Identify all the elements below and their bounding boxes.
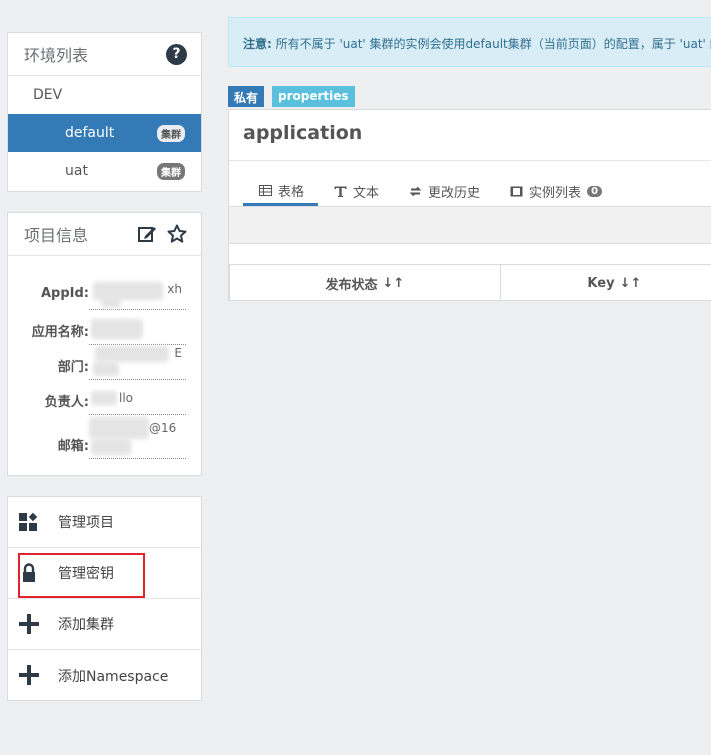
info-value-text: E <box>174 346 182 360</box>
text-icon <box>334 186 347 197</box>
redacted-mask <box>89 417 149 439</box>
redacted-mask <box>95 346 169 362</box>
info-row-appid: AppId: xh <box>8 280 203 310</box>
info-value-text: xh <box>167 282 182 296</box>
info-label: AppId: <box>40 286 89 301</box>
manage-secret-key-button[interactable]: 管理密钥 <box>8 548 201 599</box>
help-icon[interactable]: ? <box>166 43 187 65</box>
tab-label: 更改历史 <box>428 186 481 201</box>
info-value: E <box>89 346 186 380</box>
env-item-default[interactable]: default 集群 <box>8 114 201 152</box>
lock-icon <box>23 563 35 582</box>
private-tag: 私有 <box>228 86 265 107</box>
sort-icon: ↓↑ <box>382 275 405 291</box>
action-label: 添加集群 <box>58 617 114 633</box>
redacted-mask <box>91 391 117 405</box>
add-namespace-button[interactable]: 添加Namespace <box>8 650 201 701</box>
instance-count-badge: 0 <box>587 186 603 197</box>
info-row-owner: 负责人: llo <box>8 385 203 415</box>
redacted-mask <box>91 319 143 339</box>
tab-label: 实例列表 <box>529 186 582 201</box>
apps-icon <box>19 512 38 531</box>
info-value-text: llo <box>119 391 134 405</box>
edit-icon[interactable] <box>137 224 157 244</box>
info-label: 邮箱: <box>57 439 89 454</box>
table-icon <box>259 184 272 196</box>
env-item-label: uat <box>65 163 88 179</box>
tab-label: 文本 <box>353 186 380 201</box>
tab-label: 表格 <box>278 184 305 200</box>
notice-text: 所有不属于 'uat' 集群的实例会使用default集群（当前页面）的配置，属… <box>271 37 711 51</box>
divider <box>229 160 711 161</box>
info-value-text: @16 <box>149 421 177 435</box>
manage-project-button[interactable]: 管理项目 <box>8 497 201 548</box>
info-row-appname: 应用名称: <box>8 315 203 345</box>
project-info-title: 项目信息 <box>24 226 89 245</box>
sort-icon: ↓↑ <box>619 275 642 291</box>
info-row-dept: 部门: E <box>8 346 203 380</box>
redacted-mask <box>101 298 121 308</box>
action-list-panel: 管理项目 管理密钥 添加集群 添加Namespace <box>7 496 202 701</box>
info-value: llo <box>89 385 186 415</box>
column-label: Key <box>587 275 615 291</box>
project-info-panel: 项目信息 AppId: xh 应用名称: 部门: E 负责人: llo 邮箱: … <box>7 212 202 476</box>
info-label: 部门: <box>57 360 89 375</box>
action-label: 管理密钥 <box>58 566 114 582</box>
cluster-notice: 注意: 所有不属于 'uat' 集群的实例会使用default集群（当前页面）的… <box>228 17 711 67</box>
namespace-title: application <box>243 122 363 144</box>
info-value: @16 <box>89 417 186 459</box>
cluster-badge: 集群 <box>157 163 185 180</box>
env-item-label: DEV <box>33 87 63 103</box>
tab-text[interactable]: 文本 <box>318 182 393 206</box>
project-info-header: 项目信息 <box>8 213 201 256</box>
info-value: xh <box>89 280 186 310</box>
info-label: 应用名称: <box>31 325 89 340</box>
env-item-dev[interactable]: DEV <box>8 76 201 114</box>
namespace-toolbar <box>229 206 711 244</box>
format-tag: properties <box>272 86 355 107</box>
namespace-tabs: 表格 文本 更改历史 实例列表 0 <box>243 182 616 206</box>
table-header: 发布状态 ↓↑ Key ↓↑ <box>229 264 711 301</box>
history-icon <box>409 186 422 197</box>
plus-icon <box>19 614 39 634</box>
notice-prefix: 注意: <box>243 37 272 51</box>
plus-icon <box>19 665 39 685</box>
column-header-key[interactable]: Key ↓↑ <box>501 265 711 301</box>
star-icon[interactable] <box>167 224 187 244</box>
cluster-badge: 集群 <box>157 125 185 142</box>
env-list-title: 环境列表 <box>24 46 89 65</box>
tab-instances[interactable]: 实例列表 0 <box>494 182 616 206</box>
add-cluster-button[interactable]: 添加集群 <box>8 599 201 650</box>
column-label: 发布状态 <box>325 277 378 293</box>
env-item-uat[interactable]: uat 集群 <box>8 152 201 190</box>
tab-history[interactable]: 更改历史 <box>393 182 494 206</box>
info-row-email: 邮箱: @16 <box>8 417 203 459</box>
env-item-label: default <box>65 125 115 141</box>
info-value <box>89 315 186 345</box>
action-label: 管理项目 <box>58 515 114 531</box>
env-list-header: 环境列表 ? <box>8 33 201 76</box>
action-label: 添加Namespace <box>58 668 169 685</box>
redacted-mask <box>93 362 119 376</box>
env-list-panel: 环境列表 ? DEV default 集群 uat 集群 <box>7 32 202 192</box>
instance-icon <box>510 186 523 197</box>
column-header-status[interactable]: 发布状态 ↓↑ <box>229 265 501 301</box>
redacted-mask <box>91 439 131 455</box>
info-label: 负责人: <box>44 395 89 410</box>
namespace-panel: application 表格 文本 更改历史 实例列表 0 发布状态 ↓↑ Ke… <box>228 109 711 301</box>
tab-table[interactable]: 表格 <box>243 182 319 206</box>
